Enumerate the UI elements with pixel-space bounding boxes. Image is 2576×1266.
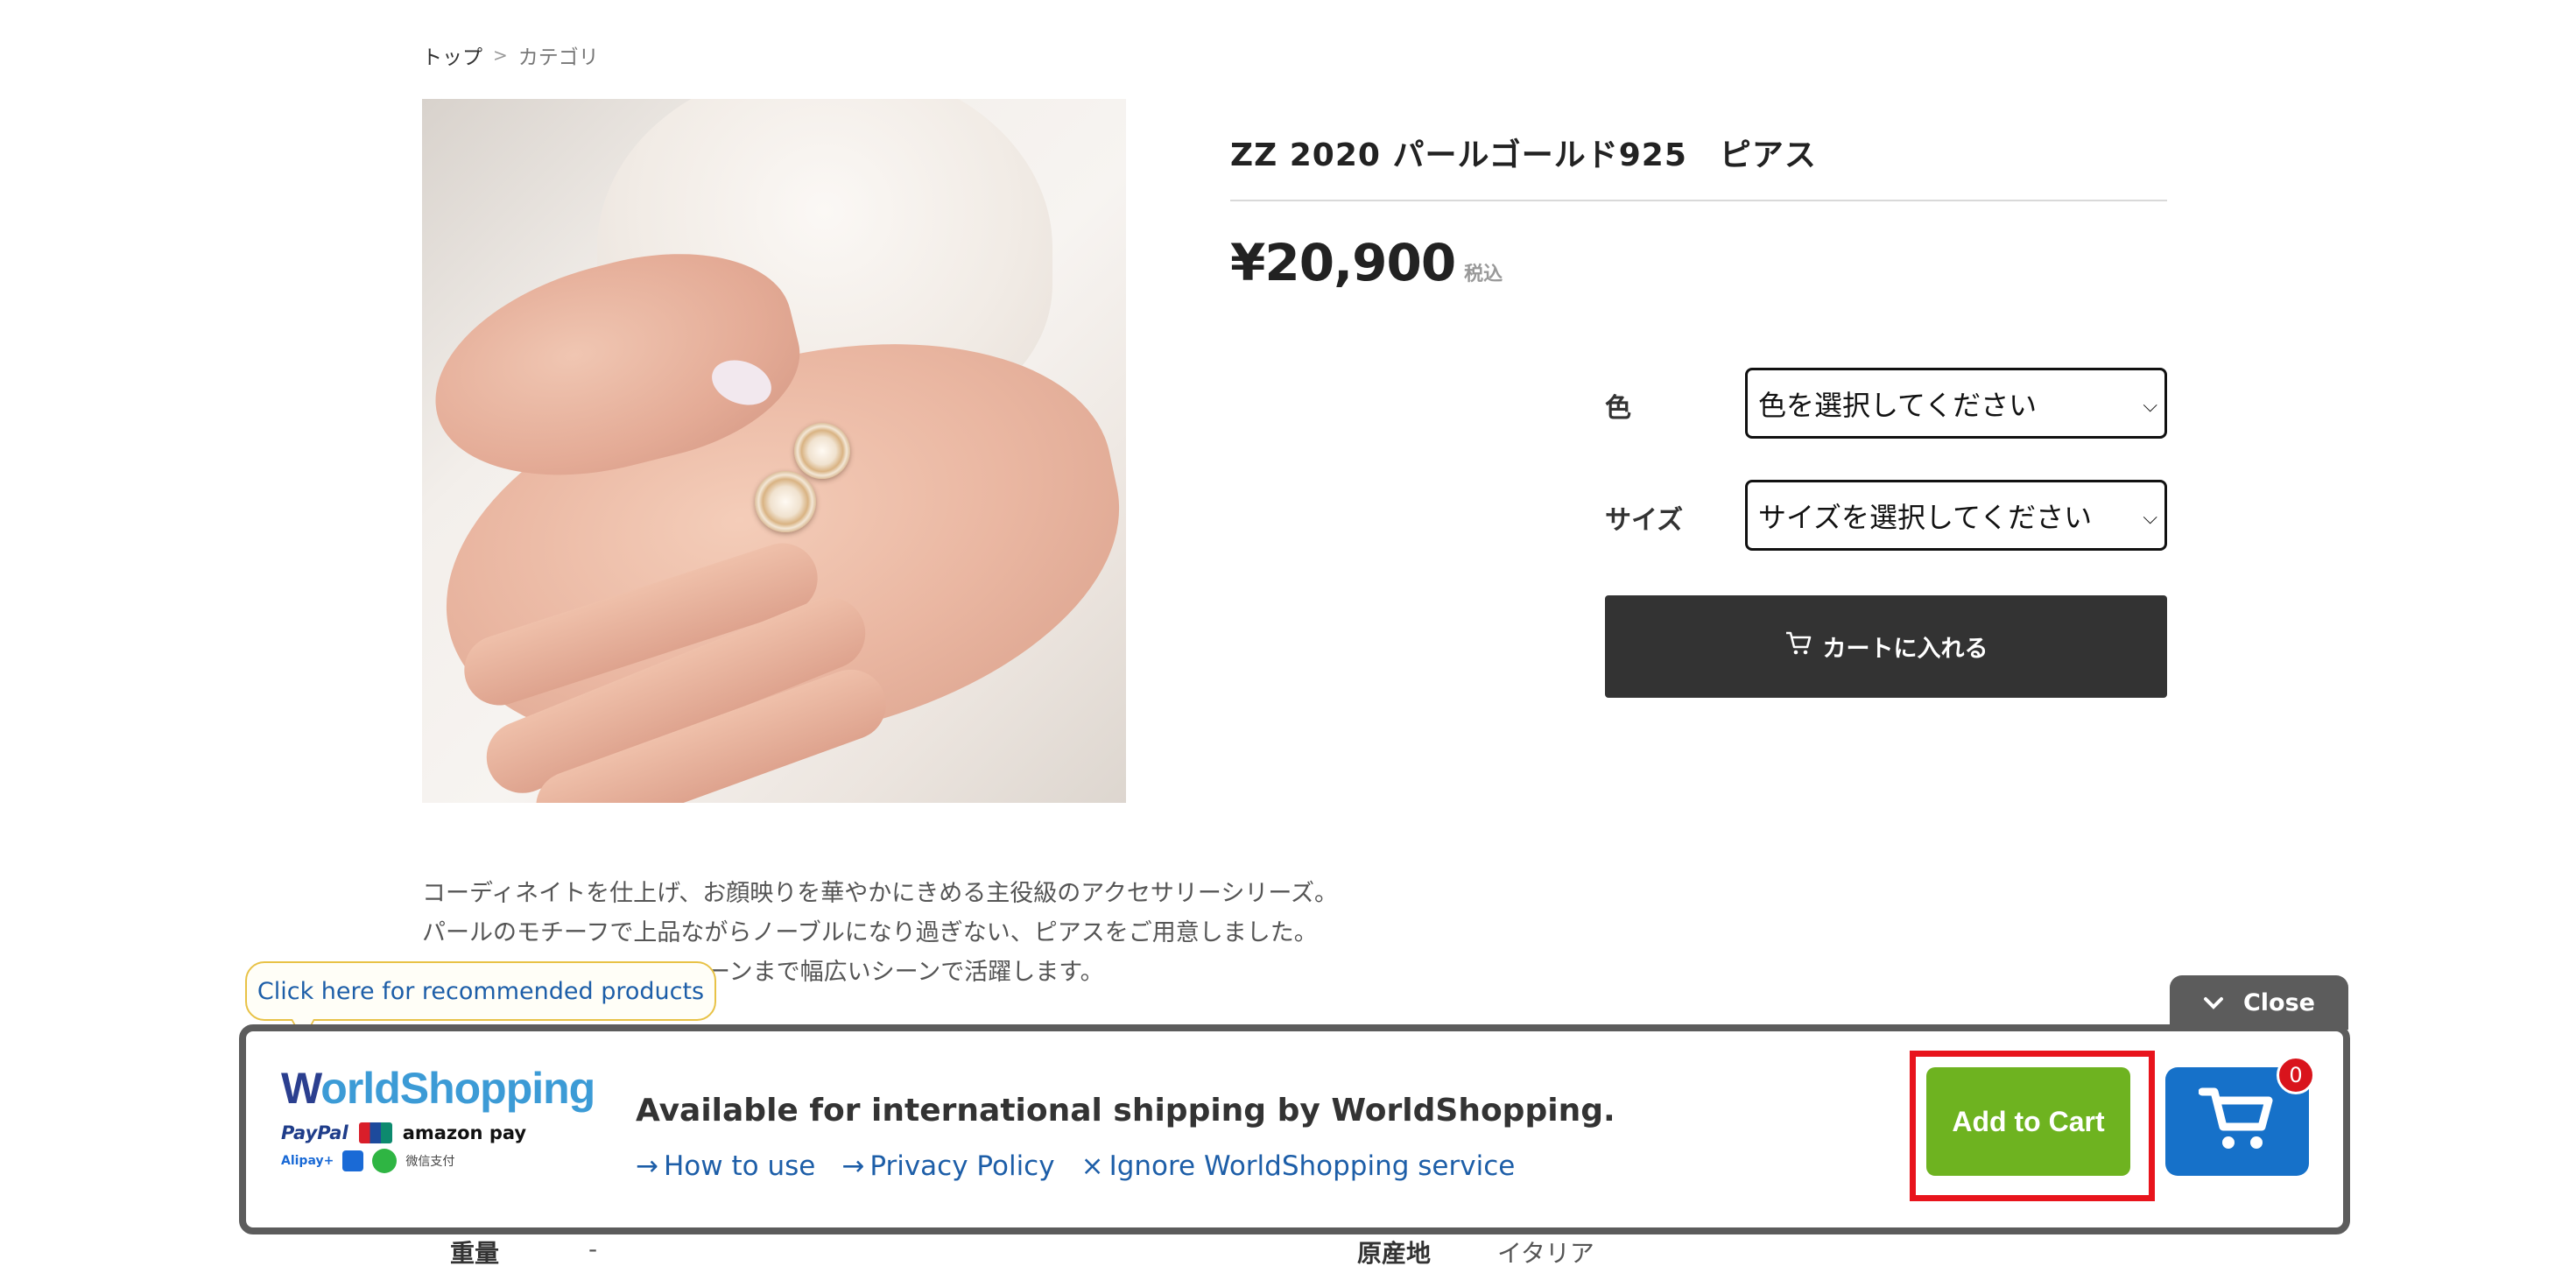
size-select-value: サイズを選択してください <box>1758 500 2093 534</box>
size-select[interactable]: サイズを選択してください ⌵ <box>1745 480 2167 551</box>
chevron-down-icon: ⌵ <box>2143 507 2157 529</box>
wechat-pay-icon <box>372 1149 398 1173</box>
add-to-cart-button[interactable]: カートに入れる <box>1605 595 2167 698</box>
unionpay-icon <box>358 1122 392 1143</box>
color-select-value: 色を選択してください <box>1758 388 2038 422</box>
amazon-pay-logo: amazon pay <box>402 1122 527 1143</box>
product-price: ¥20,900 <box>1230 233 1456 292</box>
weight-value: - <box>588 1234 598 1263</box>
worldshopping-links: → How to use → Privacy Policy × Ignore Worl… <box>636 1150 1515 1182</box>
pearl-earring <box>755 471 816 532</box>
size-label: サイズ <box>1605 505 1684 536</box>
cart-icon <box>2198 1085 2276 1158</box>
breadcrumb-category[interactable]: カテゴリ <box>518 40 599 70</box>
close-banner-button[interactable]: Close <box>2170 975 2348 1030</box>
title-divider <box>1230 200 2167 201</box>
alipay-logo: Alipay+ <box>281 1154 334 1168</box>
add-to-cart-label: カートに入れる <box>1822 636 1988 663</box>
worldshopping-headline: Available for international shipping by … <box>636 1093 1615 1129</box>
worldshopping-add-to-cart-button[interactable]: Add to Cart <box>1926 1067 2130 1176</box>
worldshopping-banner: WorldShopping PayPal amazon pay Alipay+ … <box>239 1024 2350 1234</box>
payment-methods: PayPal amazon pay <box>281 1122 614 1143</box>
alipay-icon <box>342 1150 364 1171</box>
privacy-policy-link[interactable]: → Privacy Policy <box>841 1150 1054 1182</box>
pearl-earring <box>794 423 850 479</box>
tax-label: 税込 <box>1464 264 1503 285</box>
description-line: コーディネイトを仕上げ、お顔映りを華やかにきめる主役級のアクセサリーシリーズ。 <box>422 880 1338 907</box>
arrow-right-icon: → <box>636 1150 658 1182</box>
product-title: ZZ 2020 パールゴールド925 ピアス <box>1230 137 1817 173</box>
payment-methods-secondary: Alipay+ 微信支付 <box>281 1149 614 1173</box>
origin-value: イタリア <box>1497 1239 1594 1266</box>
arrow-right-icon: → <box>841 1150 865 1182</box>
chevron-down-icon <box>2203 989 2224 1016</box>
breadcrumb: トップ > カテゴリ <box>422 40 599 70</box>
breadcrumb-home[interactable]: トップ <box>422 40 482 70</box>
description-line: パールのモチーフで上品ながらノーブルになり過ぎない、ピアスをご用意しました。 <box>422 919 1318 946</box>
worldshopping-logo-text: WorldShopping <box>281 1064 595 1113</box>
cart-icon <box>1784 630 1812 663</box>
worldshopping-logo[interactable]: WorldShopping PayPal amazon pay Alipay+ … <box>281 1063 614 1203</box>
wechat-pay-label: 微信支付 <box>405 1155 455 1169</box>
breadcrumb-separator: > <box>493 45 508 66</box>
color-label: 色 <box>1605 393 1631 424</box>
chevron-down-icon: ⌵ <box>2143 395 2157 417</box>
recommended-products-tooltip[interactable]: Click here for recommended products <box>245 961 716 1042</box>
close-label: Close <box>2242 988 2315 1016</box>
ignore-worldshopping-link[interactable]: × Ignore WorldShopping service <box>1081 1150 1516 1182</box>
origin-label: 原産地 <box>1357 1239 1432 1266</box>
weight-label: 重量 <box>450 1239 500 1266</box>
price-row: ¥20,900 税込 <box>1230 233 1503 292</box>
close-icon: × <box>1080 1150 1104 1182</box>
cart-count-badge: 0 <box>2277 1056 2315 1094</box>
paypal-logo: PayPal <box>281 1122 348 1143</box>
product-image[interactable] <box>422 99 1126 803</box>
color-select[interactable]: 色を選択してください ⌵ <box>1745 368 2167 439</box>
how-to-use-link[interactable]: → How to use <box>636 1150 815 1182</box>
tooltip-text: Click here for recommended products <box>257 977 705 1005</box>
